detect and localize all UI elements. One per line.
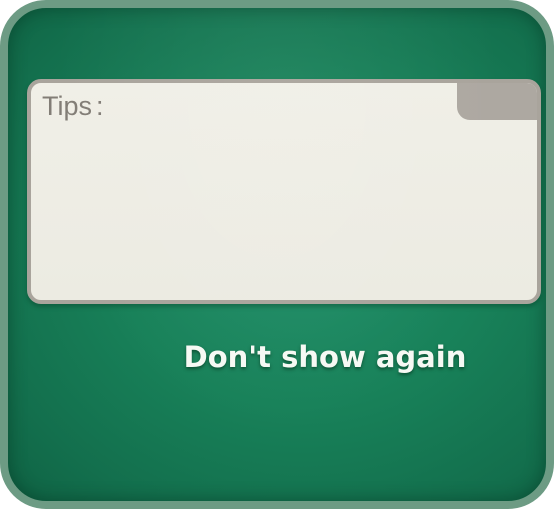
- tips-content: [45, 131, 523, 286]
- dont-show-again-button[interactable]: Don't show again: [180, 330, 470, 384]
- tips-panel-corner-tab: [457, 83, 537, 120]
- tips-heading-text: Tips: [42, 91, 93, 121]
- tips-dialog: Tips: Don't show again: [0, 0, 554, 509]
- tips-heading-colon: :: [96, 91, 104, 121]
- tips-panel: Tips:: [27, 79, 541, 304]
- tips-heading: Tips:: [42, 93, 104, 120]
